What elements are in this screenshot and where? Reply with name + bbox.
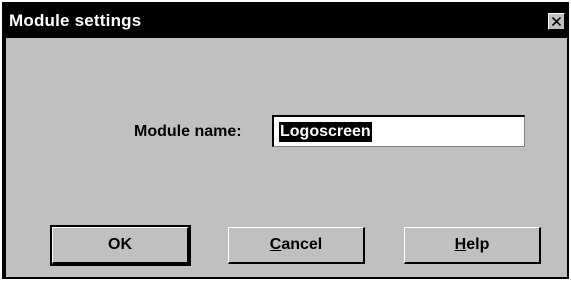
module-name-value: Logoscreen — [279, 122, 372, 142]
module-name-input[interactable]: Logoscreen — [272, 115, 525, 147]
cancel-mnemonic: C — [269, 236, 282, 253]
help-mnemonic: H — [454, 236, 467, 253]
window-title: Module settings — [9, 11, 142, 30]
help-button-label: elp — [466, 236, 490, 253]
cancel-button-label: ancel — [281, 236, 323, 253]
module-settings-dialog: Module settings Module name: Logoscreen … — [2, 2, 569, 279]
ok-button-label: OK — [108, 236, 132, 253]
module-name-label: Module name: — [134, 123, 242, 140]
close-button[interactable] — [548, 13, 565, 30]
cancel-button[interactable]: Cancel — [228, 227, 365, 264]
ok-button[interactable]: OK — [50, 225, 191, 266]
help-button[interactable]: Help — [404, 227, 541, 264]
close-icon — [552, 17, 561, 26]
title-bar[interactable]: Module settings — [6, 6, 567, 38]
